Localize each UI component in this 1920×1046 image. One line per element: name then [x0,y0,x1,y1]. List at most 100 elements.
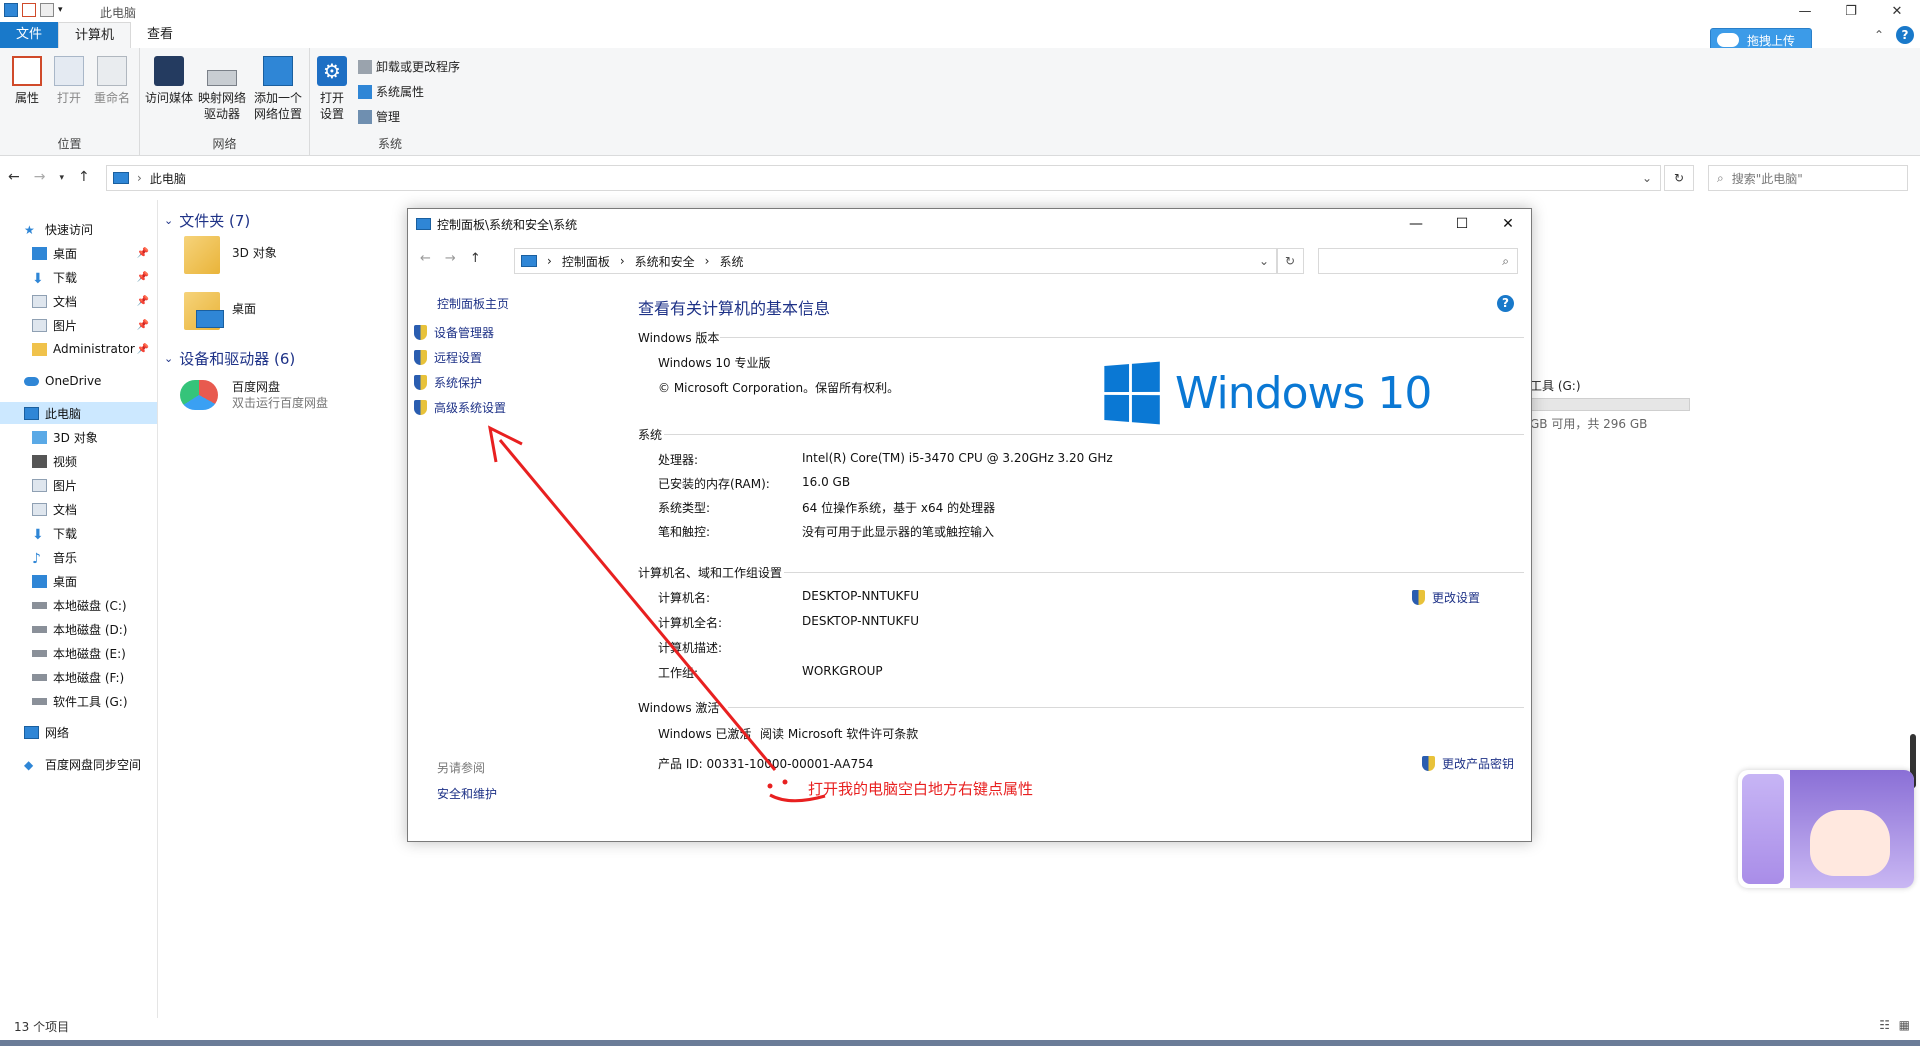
pc-icon[interactable] [4,3,18,17]
address-bar[interactable]: › 此电脑 ⌄ [106,165,1661,191]
license-terms-link[interactable]: 阅读 Microsoft 软件许可条款 [760,725,918,742]
change-settings-link[interactable]: 更改设置 [1412,589,1480,606]
pin-icon[interactable]: 📌 [137,344,149,355]
nav-quick-access[interactable]: ★ 快速访问 [0,218,157,240]
system-search-input[interactable]: ⌕ [1318,248,1518,274]
nav-downloads[interactable]: ⬇ 下载 [0,522,157,544]
open-button[interactable]: 打开 [52,56,86,106]
nav-onedrive[interactable]: OneDrive [0,370,157,392]
breadcrumb-control-panel[interactable]: 控制面板 [562,253,610,270]
minimize-icon[interactable]: — [1393,209,1439,239]
anime-assistant-widget[interactable] [1738,770,1914,888]
maximize-icon[interactable]: ☐ [1439,209,1485,239]
pin-icon[interactable]: 📌 [137,296,149,307]
nav-drive-d[interactable]: 本地磁盘 (D:) [0,618,157,640]
nav-quick-documents[interactable]: 文档 📌 [0,290,157,312]
maximize-icon[interactable]: ❐ [1828,0,1874,22]
tab-view[interactable]: 查看 [131,22,189,48]
refresh-button[interactable]: ↻ [1664,165,1694,191]
nav-label: 快速访问 [45,222,94,237]
link-label: 系统保护 [434,376,483,390]
pin-icon[interactable]: 📌 [137,320,149,331]
access-media-button[interactable]: 访问媒体 [144,56,194,106]
system-address-bar[interactable]: › 控制面板 › 系统和安全 › 系统 ⌄ [514,248,1278,274]
chevron-up-icon[interactable]: ⌃ [1874,28,1884,42]
close-icon[interactable]: ✕ [1485,209,1531,239]
media-icon [154,56,184,86]
chevron-down-icon[interactable]: ▾ [58,5,63,15]
forward-arrow-icon[interactable]: → [34,169,46,187]
address-dropdown-icon[interactable]: ⌄ [1259,254,1269,268]
minimize-icon[interactable]: — [1782,0,1828,22]
close-icon[interactable]: ✕ [1874,0,1920,22]
up-arrow-icon[interactable]: ↑ [78,169,90,187]
back-arrow-icon[interactable]: ← [420,251,431,266]
large-icons-view-icon[interactable]: ▦ [1899,1018,1910,1032]
nav-music[interactable]: ♪ 音乐 [0,546,157,568]
nav-3d-objects[interactable]: 3D 对象 [0,426,157,448]
nav-baidu-sync[interactable]: ◆ 百度网盘同步空间 [0,753,157,775]
advanced-system-settings-link[interactable]: 高级系统设置 [414,399,506,416]
nav-pictures[interactable]: 图片 [0,474,157,496]
recent-chevron-icon[interactable]: ▾ [59,169,64,187]
system-properties-button[interactable]: 系统属性 [358,83,424,100]
remote-settings-link[interactable]: 远程设置 [414,349,482,366]
tab-computer[interactable]: 计算机 [58,22,132,48]
breadcrumb-system[interactable]: 系统 [719,253,743,270]
device-manager-link[interactable]: 设备管理器 [414,324,494,341]
new-folder-icon[interactable] [40,3,54,17]
nav-drive-e[interactable]: 本地磁盘 (E:) [0,642,157,664]
rename-button[interactable]: 重命名 [92,56,132,106]
tab-file[interactable]: 文件 [0,22,59,48]
add-network-location-button[interactable]: 添加一个网络位置 [250,56,306,122]
change-product-key-link[interactable]: 更改产品密钥 [1422,755,1514,772]
baidu-name: 百度网盘 [232,380,281,394]
nav-label: 桌面 [53,574,78,589]
nav-drive-g[interactable]: 软件工具 (G:) [0,690,157,712]
nav-this-pc[interactable]: 此电脑 [0,402,157,424]
forward-arrow-icon[interactable]: → [445,251,456,266]
nav-drive-c[interactable]: 本地磁盘 (C:) [0,594,157,616]
nav-quick-desktop[interactable]: 桌面 📌 [0,242,157,264]
system-protection-link[interactable]: 系统保护 [414,374,482,391]
map-drive-button[interactable]: 映射网络驱动器 [196,56,248,122]
properties-button[interactable]: 属性 [10,56,44,106]
up-arrow-icon[interactable]: ↑ [470,251,481,266]
nav-network[interactable]: 网络 [0,721,157,743]
pin-icon[interactable]: 📌 [137,272,149,283]
system-refresh-button[interactable]: ↻ [1276,248,1304,274]
open-settings-button[interactable]: ⚙ 打开设置 [316,56,348,122]
address-dropdown-icon[interactable]: ⌄ [1642,171,1652,185]
nav-documents[interactable]: 文档 [0,498,157,520]
folder-item-desktop[interactable]: 桌面 [184,292,344,340]
nav-label: OneDrive [45,374,102,388]
chevron-down-icon: ⌄ [164,214,174,227]
uninstall-button[interactable]: 卸载或更改程序 [358,58,460,75]
baidu-netdisk-item[interactable]: 百度网盘 双击运行百度网盘 [180,376,420,420]
nav-quick-pictures[interactable]: 图片 📌 [0,314,157,336]
nav-label: 本地磁盘 (C:) [53,598,127,613]
folder-item-3d[interactable]: 3D 对象 [184,236,344,284]
help-icon[interactable]: ? [1896,26,1914,44]
pen-touch-label: 笔和触控: [658,525,711,539]
drive-g-item[interactable]: 工具 (G:) GB 可用，共 296 GB [1530,377,1690,432]
breadcrumb-system-security[interactable]: 系统和安全 [635,253,695,270]
ram-label: 已安装的内存(RAM): [658,477,770,491]
nav-drive-f[interactable]: 本地磁盘 (F:) [0,666,157,688]
devices-section-header[interactable]: ⌄ 设备和驱动器 (6) [164,348,295,369]
back-arrow-icon[interactable]: ← [8,169,20,187]
help-icon[interactable]: ? [1497,295,1514,312]
search-input[interactable]: ⌕ 搜索"此电脑" [1708,165,1908,191]
properties-icon[interactable] [22,3,36,17]
nav-quick-downloads[interactable]: ⬇ 下载 📌 [0,266,157,288]
security-maintenance-link[interactable]: 安全和维护 [437,785,497,802]
pin-icon[interactable]: 📌 [137,248,149,259]
nav-videos[interactable]: 视频 [0,450,157,472]
document-icon [32,502,47,516]
folders-section-header[interactable]: ⌄ 文件夹 (7) [164,210,250,231]
nav-desktop[interactable]: 桌面 [0,570,157,592]
details-view-icon[interactable]: ☷ [1879,1018,1890,1032]
manage-button[interactable]: 管理 [358,108,400,125]
nav-quick-administrator[interactable]: Administrator 📌 [0,338,157,360]
control-panel-home-link[interactable]: 控制面板主页 [437,295,509,312]
